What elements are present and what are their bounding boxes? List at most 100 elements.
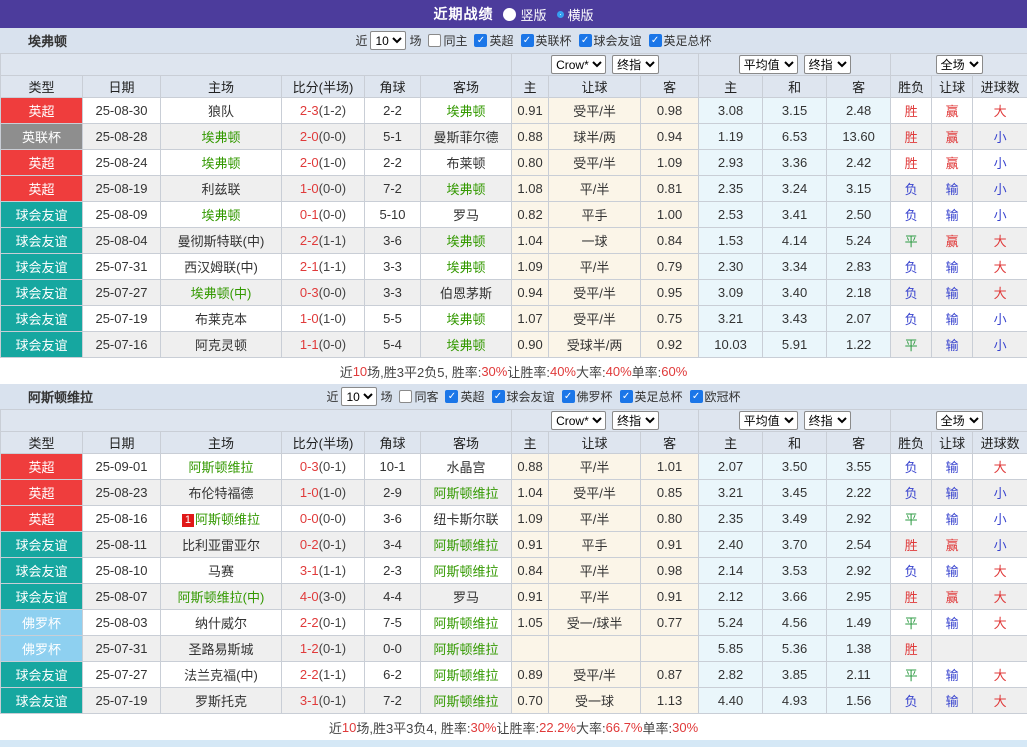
- team-label: 埃弗顿: [201, 156, 240, 171]
- avg-draw-cell: 5.36: [763, 636, 827, 662]
- goals-result-cell: 小: [973, 332, 1027, 358]
- checkbox-icon[interactable]: ✓: [492, 390, 505, 403]
- average-select[interactable]: 平均值: [739, 55, 798, 74]
- team-label: 阿斯顿维拉: [195, 512, 260, 527]
- competition-checkbox-2[interactable]: ✓佛罗杯: [562, 388, 613, 405]
- corner-cell: 5-5: [365, 306, 421, 332]
- table-row: 球会友谊25-08-11比利亚雷亚尔0-2(0-1)3-4阿斯顿维拉0.91平手…: [1, 532, 1027, 558]
- team-label: 罗马: [453, 590, 479, 605]
- avg-draw-cell: 3.36: [763, 150, 827, 176]
- result-cell: 负: [891, 688, 932, 714]
- corner-cell: 10-1: [365, 454, 421, 480]
- away-team-cell: 阿斯顿维拉: [421, 636, 512, 662]
- home-odds-cell: 0.84: [512, 558, 549, 584]
- column-header: 进球数: [973, 76, 1027, 98]
- home-team-cell: 马赛: [161, 558, 282, 584]
- competition-checkbox-4[interactable]: ✓欧冠杯: [690, 388, 741, 405]
- team-label: 阿斯顿维拉(中): [178, 590, 265, 605]
- team-label: 埃弗顿: [447, 338, 486, 353]
- competition-checkbox-0[interactable]: ✓英超: [474, 32, 513, 49]
- match-count-select[interactable]: 10: [341, 387, 377, 406]
- handicap-result-cell: 输: [932, 306, 973, 332]
- away-odds-cell: [641, 636, 699, 662]
- avg-away-cell: 1.56: [827, 688, 891, 714]
- team-label: 纽卡斯尔联: [434, 512, 499, 527]
- competition-checkbox-1[interactable]: ✓球会友谊: [492, 388, 555, 405]
- handicap-result-cell: 输: [932, 280, 973, 306]
- match-count-select[interactable]: 10: [370, 31, 406, 50]
- checkbox-icon[interactable]: ✓: [620, 390, 633, 403]
- home-team-cell: 埃弗顿(中): [161, 280, 282, 306]
- company-final-select[interactable]: 终指: [612, 55, 659, 74]
- checkbox-icon[interactable]: ✓: [649, 34, 662, 47]
- scope-select[interactable]: 全场: [936, 55, 983, 74]
- same-venue-checkbox[interactable]: 同主: [428, 32, 467, 49]
- home-odds-cell: 1.09: [512, 506, 549, 532]
- checkbox-icon[interactable]: [428, 34, 441, 47]
- average-final-select[interactable]: 终指: [804, 55, 851, 74]
- type-badge: 球会友谊: [1, 584, 83, 610]
- checkbox-icon[interactable]: ✓: [690, 390, 703, 403]
- checkbox-icon[interactable]: ✓: [579, 34, 592, 47]
- corner-cell: 5-4: [365, 332, 421, 358]
- scope-select[interactable]: 全场: [936, 411, 983, 430]
- competition-checkbox-1[interactable]: ✓英联杯: [521, 32, 572, 49]
- away-team-cell: 埃弗顿: [421, 176, 512, 202]
- radio-unselected-icon[interactable]: [503, 8, 516, 21]
- date-cell: 25-07-19: [83, 688, 161, 714]
- team-label: 阿斯顿维拉: [434, 668, 499, 683]
- home-odds-cell: 1.05: [512, 610, 549, 636]
- halftime-score: (0-0): [319, 129, 346, 144]
- average-select[interactable]: 平均值: [739, 411, 798, 430]
- home-odds-cell: 0.88: [512, 124, 549, 150]
- company-final-select[interactable]: 终指: [612, 411, 659, 430]
- type-badge: 球会友谊: [1, 332, 83, 358]
- home-team-cell: 法兰克福(中): [161, 662, 282, 688]
- table-row: 英超25-09-01阿斯顿维拉0-3(0-1)10-1水晶宫0.88平/半1.0…: [1, 454, 1027, 480]
- radio-selected-icon[interactable]: [557, 11, 564, 18]
- same-venue-checkbox[interactable]: 同客: [399, 388, 438, 405]
- layout-radio-vertical[interactable]: 竖版: [503, 5, 546, 24]
- result-cell: 负: [891, 176, 932, 202]
- competition-checkbox-2[interactable]: ✓球会友谊: [579, 32, 642, 49]
- summary-segment: 近: [340, 362, 353, 381]
- home-odds-cell: 0.91: [512, 532, 549, 558]
- competition-checkbox-3[interactable]: ✓英足总杯: [620, 388, 683, 405]
- checkbox-icon[interactable]: ✓: [562, 390, 575, 403]
- average-final-select[interactable]: 终指: [804, 411, 851, 430]
- date-cell: 25-07-27: [83, 662, 161, 688]
- score-cell: 0-0(0-0): [282, 506, 365, 532]
- checkbox-icon[interactable]: ✓: [521, 34, 534, 47]
- competition-checkbox-3[interactable]: ✓英足总杯: [649, 32, 712, 49]
- avg-home-cell: 2.07: [699, 454, 763, 480]
- away-team-cell: 布莱顿: [421, 150, 512, 176]
- column-header: 进球数: [973, 432, 1027, 454]
- company-select[interactable]: Crow*: [551, 55, 606, 74]
- competition-checkbox-0[interactable]: ✓英超: [445, 388, 484, 405]
- home-odds-cell: 1.04: [512, 480, 549, 506]
- goals-result-cell: 小: [973, 532, 1027, 558]
- handicap-result-cell: 输: [932, 454, 973, 480]
- type-badge: 球会友谊: [1, 228, 83, 254]
- halftime-score: (1-1): [319, 259, 346, 274]
- avg-home-cell: 3.21: [699, 306, 763, 332]
- checkbox-icon[interactable]: ✓: [445, 390, 458, 403]
- red-card-badge: 1: [182, 514, 194, 527]
- away-team-cell: 罗马: [421, 584, 512, 610]
- handicap-cell: 受平/半: [549, 98, 641, 124]
- score-cell: 0-1(0-0): [282, 202, 365, 228]
- corner-cell: 2-2: [365, 150, 421, 176]
- result-cell: 平: [891, 228, 932, 254]
- results-table: Crow*终指平均值终指全场类型日期主场比分(半场)角球客场主让球客主和客胜负让…: [0, 53, 1027, 358]
- handicap-cell: 平/半: [549, 506, 641, 532]
- handicap-result-cell: 输: [932, 688, 973, 714]
- layout-radio-horizontal[interactable]: 横版: [557, 5, 594, 24]
- avg-draw-cell: 3.50: [763, 454, 827, 480]
- type-badge: 英超: [1, 176, 83, 202]
- checkbox-icon[interactable]: ✓: [474, 34, 487, 47]
- away-odds-cell: 0.77: [641, 610, 699, 636]
- corner-cell: 3-3: [365, 254, 421, 280]
- company-select[interactable]: Crow*: [551, 411, 606, 430]
- checkbox-icon[interactable]: [399, 390, 412, 403]
- corner-cell: 3-6: [365, 506, 421, 532]
